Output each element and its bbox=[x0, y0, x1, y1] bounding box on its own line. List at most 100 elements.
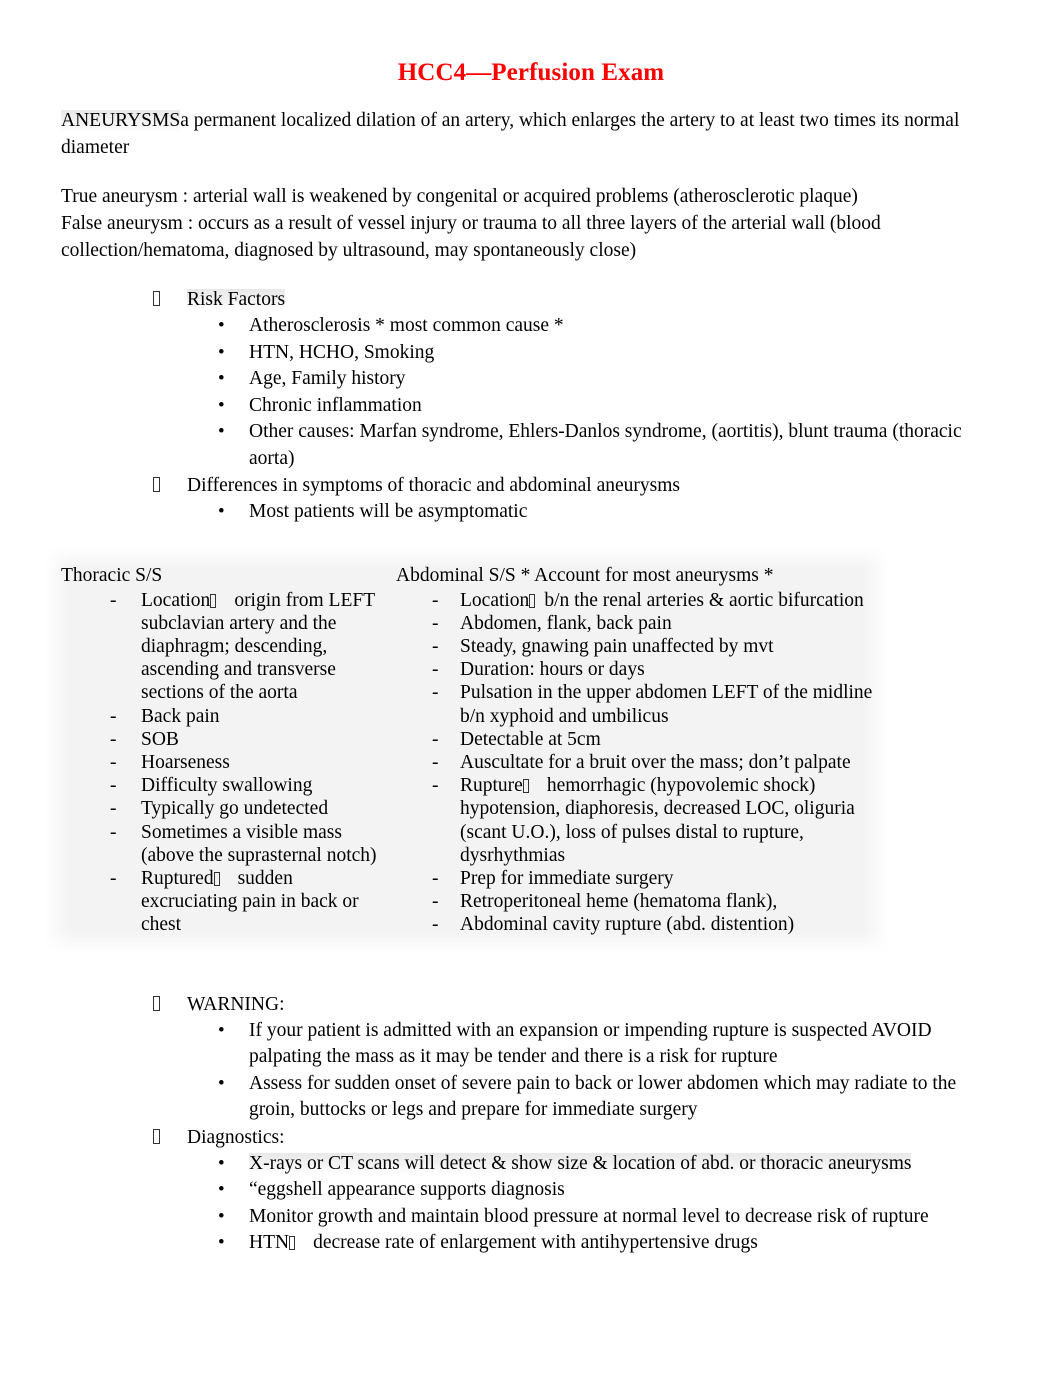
table-cell-label: Abdominal cavity rupture (abd. distentio… bbox=[460, 914, 795, 936]
false-aneurysm-line: False aneurysm : occurs as a result of v… bbox=[61, 213, 881, 261]
diagnostics-heading-item: Diagnostics: bbox=[61, 1124, 1000, 1151]
table-cell-label: Back pain bbox=[141, 705, 220, 727]
dot-bullet-icon: • bbox=[218, 501, 225, 522]
list-item: • Atherosclerosis * most common cause * bbox=[61, 313, 1000, 340]
table-cell-label: Rupture bbox=[460, 775, 523, 797]
dash-bullet-icon: - bbox=[432, 728, 439, 750]
dot-bullet-icon: • bbox=[218, 368, 225, 389]
table-row: - Sometimes a visible mass (above the sup… bbox=[61, 821, 382, 867]
risk-factors-list: • Atherosclerosis * most common cause * •… bbox=[61, 313, 1000, 472]
differences-list: • Most patients will be asymptomatic bbox=[61, 499, 1000, 526]
dash-bullet-icon: - bbox=[110, 751, 117, 773]
list-item-label: Monitor growth and maintain blood pressu… bbox=[249, 1205, 929, 1227]
arrow-missing-glyph-icon bbox=[529, 593, 536, 608]
list-item-label: Other causes: Marfan syndrome, Ehlers-Da… bbox=[249, 421, 962, 469]
arrow-missing-glyph-icon bbox=[213, 871, 220, 886]
dot-bullet-icon: • bbox=[218, 394, 225, 416]
risk-factors-heading: Risk Factors bbox=[187, 289, 286, 311]
dot-bullet-icon: • bbox=[218, 1152, 225, 1174]
list-item-label: Chronic inflammation bbox=[249, 394, 422, 416]
table-row: - SOB bbox=[61, 728, 382, 751]
square-bullet-icon bbox=[153, 472, 160, 499]
table-cell-label: Retroperitoneal heme (hematoma flank), bbox=[460, 891, 778, 913]
table-cell-label: Steady, gnawing pain unaffected by mvt bbox=[460, 635, 774, 657]
dash-bullet-icon: - bbox=[432, 635, 439, 657]
dash-bullet-icon: - bbox=[432, 775, 439, 797]
table-row: - Auscultate for a bruit over the mass; d… bbox=[396, 751, 884, 774]
dash-bullet-icon: - bbox=[110, 728, 117, 750]
aneurysms-term: ANEURYSMS bbox=[61, 110, 181, 132]
dot-bullet-icon: • bbox=[218, 1072, 225, 1094]
table-row: - Hoarseness bbox=[61, 751, 382, 774]
table-row: - Back pain bbox=[61, 705, 382, 728]
thoracic-column-header: Thoracic S/S bbox=[61, 564, 163, 586]
symptoms-comparison-table: Thoracic S/S - Location origin from LEFT s… bbox=[44, 545, 890, 953]
dot-bullet-icon: • bbox=[218, 315, 225, 336]
table-cell-detail: b/n the renal arteries & aortic bifurcat… bbox=[544, 589, 864, 611]
table-row: - Steady, gnawing pain unaffected by mvt bbox=[396, 635, 884, 658]
arrow-missing-glyph-icon bbox=[210, 593, 217, 608]
table-row: - Abdomen, flank, back pain bbox=[396, 612, 884, 635]
table-cell-label: Auscultate for a bruit over the mass; do… bbox=[460, 751, 851, 773]
diagnostics-group: Diagnostics: bbox=[61, 1124, 1000, 1151]
document-body: ANEURYSMSa permanent localized dilation … bbox=[0, 85, 1062, 526]
document-body-bottom: WARNING: • If your patient is admitted wi… bbox=[0, 991, 1062, 1257]
document-page: HCC4—Perfusion Exam ANEURYSMSa permanent… bbox=[0, 0, 1062, 1377]
table-cell-label: Pulsation in the upper abdomen LEFT of t… bbox=[460, 682, 873, 727]
dash-bullet-icon: - bbox=[432, 867, 439, 889]
dash-bullet-icon: - bbox=[432, 891, 439, 913]
dash-bullet-icon: - bbox=[432, 589, 439, 611]
arrow-missing-glyph-icon bbox=[522, 779, 529, 794]
list-item: • HTN, HCHO, Smoking bbox=[61, 340, 1000, 367]
list-item-label: Most patients will be asymptomatic bbox=[249, 501, 528, 522]
list-item: • Other causes: Marfan syndrome, Ehlers-D… bbox=[61, 419, 1000, 472]
dash-bullet-icon: - bbox=[432, 612, 439, 634]
dot-bullet-icon: • bbox=[218, 1179, 225, 1201]
table-cell-label: Typically go undetected bbox=[141, 798, 329, 820]
dash-bullet-icon: - bbox=[432, 751, 439, 773]
table-cell-label: Detectable at 5cm bbox=[460, 728, 601, 750]
table-cell-label: Duration: hours or days bbox=[460, 659, 645, 681]
dash-bullet-icon: - bbox=[432, 914, 439, 936]
list-item-label: “eggshell appearance supports diagnosis bbox=[249, 1179, 565, 1201]
table-cell-label: Location bbox=[460, 589, 530, 611]
list-item: • Most patients will be asymptomatic bbox=[61, 499, 1000, 526]
table-cell-label: SOB bbox=[141, 728, 179, 750]
dot-bullet-icon: • bbox=[218, 1205, 225, 1227]
warning-heading-item: WARNING: bbox=[61, 991, 1000, 1018]
table-row: - Ruptured sudden excruciating pain in bac… bbox=[61, 867, 382, 937]
list-item: • HTN decrease rate of enlargement with an… bbox=[61, 1230, 1000, 1257]
square-bullet-icon bbox=[153, 286, 160, 313]
table-row: - Duration: hours or days bbox=[396, 658, 884, 681]
dash-bullet-icon: - bbox=[432, 682, 439, 704]
dot-bullet-icon: • bbox=[218, 1232, 225, 1254]
dash-bullet-icon: - bbox=[110, 589, 117, 611]
table-cell-label: Hoarseness bbox=[141, 751, 230, 773]
dot-bullet-icon: • bbox=[218, 1019, 225, 1041]
warning-heading: WARNING: bbox=[187, 993, 285, 1015]
list-item-label: HTN bbox=[249, 1232, 290, 1254]
list-item: • X-rays or CT scans will detect & show s… bbox=[61, 1151, 1000, 1178]
table-cell-label: Difficulty swallowing bbox=[141, 775, 313, 797]
table-row: - Location origin from LEFT subclavian art… bbox=[61, 589, 382, 705]
abdominal-column-header: Abdominal S/S * Account for most aneurys… bbox=[396, 564, 774, 586]
dash-bullet-icon: - bbox=[110, 867, 117, 889]
diagnostics-list: • X-rays or CT scans will detect & show s… bbox=[61, 1151, 1000, 1257]
list-item-label: If your patient is admitted with an expa… bbox=[249, 1019, 932, 1068]
table-cell-label: Ruptured bbox=[141, 867, 214, 889]
table-row: - Difficulty swallowing bbox=[61, 774, 382, 797]
table-cell-label: Location bbox=[141, 589, 211, 611]
true-aneurysm-line: True aneurysm : arterial wall is weakene… bbox=[61, 186, 858, 207]
square-bullet-icon bbox=[153, 991, 160, 1018]
diagnostics-heading: Diagnostics: bbox=[187, 1126, 285, 1148]
differences-group: Differences in symptoms of thoracic and … bbox=[61, 472, 1000, 499]
aneurysms-definition: a permanent localized dilation of an art… bbox=[61, 110, 960, 158]
table-row: - Rupture hemorrhagic (hypovolemic shock) … bbox=[396, 774, 884, 867]
table-row: - Retroperitoneal heme (hematoma flank), bbox=[396, 890, 884, 913]
list-item-detail: decrease rate of enlargement with antihy… bbox=[313, 1232, 758, 1254]
list-item: • “eggshell appearance supports diagnosis bbox=[61, 1177, 1000, 1204]
list-item: • Assess for sudden onset of severe pain … bbox=[61, 1071, 1000, 1124]
differences-heading-item: Differences in symptoms of thoracic and … bbox=[61, 472, 1000, 499]
list-item-label: X-rays or CT scans will detect & show si… bbox=[249, 1152, 912, 1175]
table-row: - Typically go undetected bbox=[61, 797, 382, 820]
